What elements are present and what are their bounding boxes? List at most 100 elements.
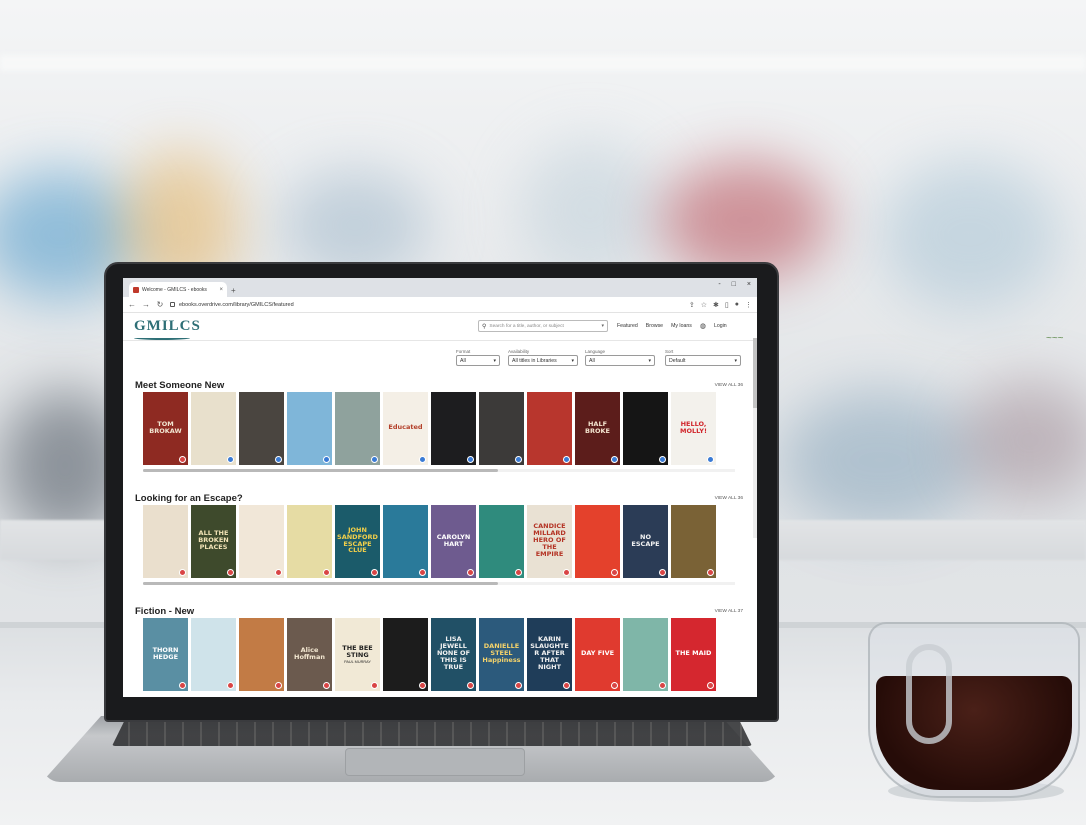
availability-badge-icon (323, 682, 330, 689)
book-cover[interactable]: CANDICE MILLARD HERO OF THE EMPIRE (527, 505, 572, 578)
book-title: DANIELLE STEEL Happiness (482, 642, 521, 664)
book-cover[interactable]: THE BEE STING PAUL MURRAY (335, 618, 380, 691)
book-cover[interactable] (479, 392, 524, 465)
availability-badge-icon (611, 569, 618, 576)
back-icon[interactable]: ← (128, 300, 136, 309)
book-cover[interactable]: TOM BROKAW (143, 392, 188, 465)
book-title: HALF BROKE (585, 419, 610, 435)
book-cover[interactable] (671, 505, 716, 578)
tab-close-icon[interactable]: × (219, 287, 223, 293)
availability-badge-icon (659, 682, 666, 689)
site-logo[interactable]: GMILCS (134, 318, 201, 340)
menu-icon[interactable]: ⋮ (745, 301, 752, 309)
book-title: KARIN SLAUGHTER AFTER THAT NIGHT (530, 635, 569, 671)
url-text: ebooks.overdrive.com/library/GMILCS/feat… (179, 301, 294, 308)
book-cover[interactable] (239, 618, 284, 691)
availability-select[interactable]: All titles in Libraries ▾ (508, 355, 578, 366)
book-cover[interactable]: HALF BROKE (575, 392, 620, 465)
availability-badge-icon (179, 682, 186, 689)
forward-icon[interactable]: → (142, 300, 150, 309)
minimize-button[interactable]: - (718, 281, 720, 288)
maximize-button[interactable]: □ (732, 281, 736, 288)
shelf-scrollbar[interactable] (143, 582, 735, 585)
book-cover[interactable]: NO ESCAPE (623, 505, 668, 578)
book-cover[interactable]: DAY FIVE (575, 618, 620, 691)
address-bar[interactable]: ebooks.overdrive.com/library/GMILCS/feat… (170, 302, 294, 308)
book-cover[interactable] (527, 392, 572, 465)
blurred-shelf-blue (780, 390, 980, 530)
view-all-link[interactable]: VIEW ALL 37 (715, 609, 743, 614)
format-select[interactable]: All ▾ (456, 355, 500, 366)
book-cover[interactable]: Educated (383, 392, 428, 465)
book-cover[interactable]: KARIN SLAUGHTER AFTER THAT NIGHT (527, 618, 572, 691)
tab-title: Welcome - GMILCS - ebooks (142, 286, 207, 293)
page-scroll-thumb[interactable] (753, 338, 757, 408)
chevron-down-icon: ▾ (734, 357, 737, 364)
profile-icon[interactable]: ● (735, 301, 739, 309)
page-scrollbar[interactable] (753, 338, 757, 538)
book-cover[interactable] (239, 505, 284, 578)
filter-language: Language All ▾ (585, 349, 655, 366)
scroll-thumb[interactable] (143, 469, 499, 472)
sidepanel-icon[interactable]: ▯ (725, 301, 729, 309)
language-select[interactable]: All ▾ (585, 355, 655, 366)
book-cover[interactable]: ALL THE BROKEN PLACES (191, 505, 236, 578)
book-cover[interactable] (287, 505, 332, 578)
nav-my-loans[interactable]: My loans (671, 323, 692, 329)
availability-badge-icon (275, 456, 282, 463)
share-icon[interactable]: ⇪ (689, 301, 695, 309)
book-cover[interactable] (287, 392, 332, 465)
book-cover[interactable] (383, 618, 428, 691)
browser-tab[interactable]: Welcome - GMILCS - ebooks × (129, 282, 227, 297)
availability-badge-icon (611, 456, 618, 463)
nav-featured[interactable]: Featured (617, 323, 638, 329)
chevron-down-icon[interactable]: ▾ (601, 323, 604, 329)
book-cover[interactable]: THORN HEDGE (143, 618, 188, 691)
availability-badge-icon (467, 569, 474, 576)
view-all-link[interactable]: VIEW ALL 36 (715, 496, 743, 501)
book-cover[interactable] (191, 618, 236, 691)
nav-login[interactable]: Login (714, 323, 727, 329)
book-cover[interactable]: DANIELLE STEEL Happiness (479, 618, 524, 691)
blurred-book-light (520, 140, 660, 280)
filter-value: Default (669, 357, 686, 364)
book-cover[interactable] (431, 392, 476, 465)
book-title: DAY FIVE (580, 649, 615, 658)
book-cover[interactable]: LISA JEWELL NONE OF THIS IS TRUE (431, 618, 476, 691)
book-cover[interactable]: THE MAID (671, 618, 716, 691)
book-cover[interactable] (575, 505, 620, 578)
close-window-button[interactable]: × (747, 281, 751, 288)
globe-icon[interactable]: ◍ (700, 322, 706, 330)
availability-badge-icon (515, 569, 522, 576)
window-controls: - □ × (718, 281, 751, 288)
reload-icon[interactable]: ↻ (156, 300, 164, 309)
book-cover[interactable] (335, 392, 380, 465)
view-all-link[interactable]: VIEW ALL 36 (715, 383, 743, 388)
search-input[interactable]: ⚲ Search for a title, author, or subject… (478, 320, 608, 332)
open-book-icon (134, 336, 190, 340)
book-cover[interactable]: HELLO, MOLLY! (671, 392, 716, 465)
book-cover[interactable]: CAROLYN HART (431, 505, 476, 578)
book-cover[interactable]: JOHN SANDFORD ESCAPE CLUE (335, 505, 380, 578)
new-tab-icon[interactable]: + (231, 286, 236, 295)
star-icon[interactable]: ☆ (701, 301, 707, 309)
book-cover[interactable] (479, 505, 524, 578)
book-cover[interactable] (191, 392, 236, 465)
shelf-header: Meet Someone New VIEW ALL 36 (123, 378, 757, 392)
book-cover[interactable] (623, 618, 668, 691)
browser-toolbar: ← → ↻ ebooks.overdrive.com/library/GMILC… (123, 297, 757, 313)
book-cover[interactable] (623, 392, 668, 465)
laptop-trackpad (345, 748, 525, 776)
sort-select[interactable]: Default ▾ (665, 355, 741, 366)
availability-badge-icon (419, 569, 426, 576)
nav-browse[interactable]: Browse (646, 323, 663, 329)
book-cover[interactable] (239, 392, 284, 465)
scroll-thumb[interactable] (143, 582, 499, 585)
book-cover[interactable] (143, 505, 188, 578)
extensions-icon[interactable]: ✱ (713, 301, 719, 309)
availability-badge-icon (563, 456, 570, 463)
shelf-scrollbar[interactable] (143, 469, 735, 472)
book-cover[interactable]: Alice Hoffman (287, 618, 332, 691)
availability-badge-icon (275, 682, 282, 689)
book-cover[interactable] (383, 505, 428, 578)
